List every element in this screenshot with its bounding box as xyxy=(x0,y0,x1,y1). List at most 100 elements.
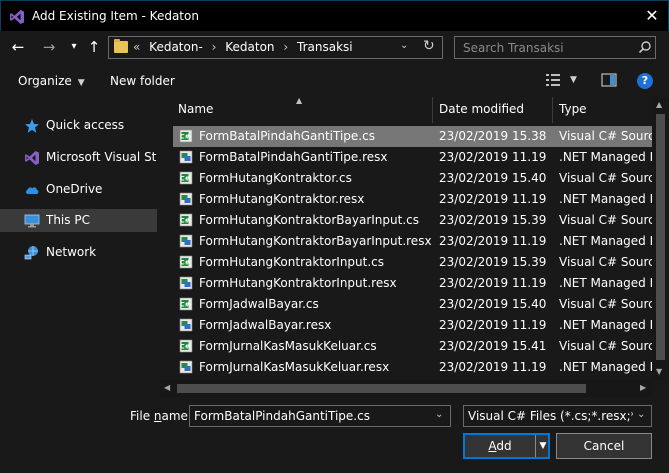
chevron-down-icon[interactable]: ⌄ xyxy=(435,409,443,420)
file-type: .NET Managed Re xyxy=(559,318,652,332)
computer-icon xyxy=(24,214,40,228)
resx-file-icon xyxy=(179,276,193,290)
title-bar: Add Existing Item - Kedaton ✕ xyxy=(0,0,669,31)
search-input[interactable]: Search Transaksi xyxy=(454,36,656,59)
scrollbar-thumb[interactable] xyxy=(656,114,665,360)
file-row[interactable]: FormBatalPindahGantiTipe.resx 23/02/2019 … xyxy=(173,147,652,168)
file-type: Visual C# Source f xyxy=(559,339,652,353)
column-header-date-modified[interactable]: Date modified xyxy=(439,102,524,116)
file-date-modified: 23/02/2019 15.39 xyxy=(439,255,547,269)
file-type: .NET Managed Re xyxy=(559,276,652,290)
split-divider xyxy=(535,435,536,457)
sidebar-item-network[interactable]: Network xyxy=(0,241,157,264)
file-date-modified: 23/02/2019 11.19 xyxy=(439,234,547,248)
cancel-button[interactable]: Cancel xyxy=(556,433,652,459)
file-row[interactable]: FormJadwalBayar.resx 23/02/2019 11.19 .NET… xyxy=(173,315,652,336)
file-row[interactable]: C# FormHutangKontraktorBayarInput.cs 23/02… xyxy=(173,210,652,231)
resx-file-icon xyxy=(179,318,193,332)
window-title: Add Existing Item - Kedaton xyxy=(32,9,199,23)
file-row[interactable]: C# FormJadwalBayar.cs 23/02/2019 15.40 Visu… xyxy=(173,294,652,315)
up-arrow-icon[interactable]: ↑ xyxy=(86,39,102,55)
file-row[interactable]: FormJurnalKasMasukKeluar.resx 23/02/2019 … xyxy=(173,357,652,378)
file-list: ▲ Name Date modified Type C# FormBatalPin… xyxy=(160,96,669,397)
sort-ascending-icon: ▲ xyxy=(296,96,303,105)
column-divider[interactable] xyxy=(552,97,553,123)
preview-pane-icon[interactable] xyxy=(601,73,617,87)
file-type: .NET Managed Re xyxy=(559,192,652,206)
sidebar-item-quick-access[interactable]: Quick access xyxy=(0,114,157,137)
file-date-modified: 23/02/2019 15.39 xyxy=(439,213,547,227)
file-row[interactable]: C# FormBatalPindahGantiTipe.cs 23/02/2019 … xyxy=(173,126,652,147)
search-icon xyxy=(638,41,651,54)
file-type: .NET Managed Re xyxy=(559,150,652,164)
refresh-icon[interactable]: ↻ xyxy=(423,38,435,54)
visual-studio-icon xyxy=(10,10,24,24)
file-row[interactable]: FormHutangKontraktor.resx 23/02/2019 11.1… xyxy=(173,189,652,210)
file-name: FormHutangKontraktorInput.cs xyxy=(199,255,385,269)
sidebar-item-label: OneDrive xyxy=(46,182,103,196)
column-divider[interactable] xyxy=(432,97,433,123)
resx-file-icon xyxy=(179,360,193,374)
horizontal-scrollbar[interactable]: ◀ ▶ xyxy=(160,380,652,397)
file-name: FormBatalPindahGantiTipe.resx xyxy=(199,150,388,164)
recent-locations-chevron-icon[interactable]: ▾ xyxy=(66,39,82,55)
scroll-right-icon[interactable]: ▶ xyxy=(640,383,646,392)
file-name: FormHutangKontraktorInput.resx xyxy=(199,276,397,290)
scroll-left-icon[interactable]: ◀ xyxy=(164,383,170,392)
add-options-dropdown-icon[interactable]: ▼ xyxy=(537,435,549,457)
forward-arrow-icon[interactable]: → xyxy=(41,39,57,55)
file-name: FormJadwalBayar.resx xyxy=(199,318,332,332)
svg-text:C#: C# xyxy=(180,301,190,309)
file-date-modified: 23/02/2019 11.19 xyxy=(439,318,547,332)
chevron-down-icon[interactable]: ▼ xyxy=(570,75,577,85)
file-name: FormHutangKontraktor.resx xyxy=(199,192,365,206)
column-header-name[interactable]: Name xyxy=(178,102,213,116)
file-row[interactable]: FormHutangKontraktorInput.resx 23/02/2019… xyxy=(173,273,652,294)
file-name: FormHutangKontraktor.cs xyxy=(199,171,352,185)
vertical-scrollbar[interactable]: ▲ ▼ xyxy=(652,97,669,380)
sidebar-item-label: Quick access xyxy=(46,118,125,132)
help-icon[interactable]: ? xyxy=(637,73,653,89)
file-row[interactable]: C# FormHutangKontraktorInput.cs 23/02/2019… xyxy=(173,252,652,273)
file-name-label-text: File xyxy=(130,409,154,423)
file-row[interactable]: C# FormHutangKontraktor.cs 23/02/2019 15.4… xyxy=(173,168,652,189)
svg-text:C#: C# xyxy=(180,259,190,267)
file-row[interactable]: FormHutangKontraktorBayarInput.resx 23/02… xyxy=(173,231,652,252)
breadcrumb-item[interactable]: Transaksi xyxy=(297,40,353,54)
sidebar-item-this-pc[interactable]: This PC xyxy=(0,209,157,232)
new-folder-button[interactable]: New folder xyxy=(110,74,175,88)
csharp-file-icon: C# xyxy=(179,171,193,185)
file-rows: C# FormBatalPindahGantiTipe.cs 23/02/2019 … xyxy=(160,126,652,378)
address-bar[interactable]: « Kedaton- › Kedaton › Transaksi ⌄ ↻ xyxy=(108,36,443,59)
file-type: Visual C# Source f xyxy=(559,171,652,185)
dialog-footer: File name: FormBatalPindahGantiTipe.cs ⌄… xyxy=(0,397,669,473)
breadcrumb-item[interactable]: Kedaton xyxy=(225,40,274,54)
scroll-up-icon[interactable]: ▲ xyxy=(656,100,662,109)
file-name: FormHutangKontraktorBayarInput.cs xyxy=(199,213,419,227)
scroll-down-icon[interactable]: ▼ xyxy=(656,367,662,376)
add-label-text: dd xyxy=(496,439,512,453)
file-name-field[interactable]: FormBatalPindahGantiTipe.cs ⌄ xyxy=(189,405,451,427)
close-icon[interactable]: ✕ xyxy=(644,8,660,24)
sidebar-item-onedrive[interactable]: OneDrive xyxy=(0,178,157,201)
scrollbar-thumb[interactable] xyxy=(177,384,586,393)
add-button-label: Add xyxy=(465,435,535,457)
sidebar-item-visual-studio[interactable]: Microsoft Visual Stud xyxy=(0,146,157,169)
breadcrumb: « Kedaton- › Kedaton › Transaksi xyxy=(133,40,358,54)
network-icon xyxy=(24,246,38,260)
file-name-label: File name: xyxy=(130,409,192,423)
breadcrumb-item[interactable]: Kedaton- xyxy=(149,40,203,54)
view-options-icon[interactable] xyxy=(545,73,561,87)
file-type-filter-select[interactable]: Visual C# Files (*.cs;*.resx;*.resw ⌄ xyxy=(463,405,652,427)
command-toolbar: Organize ▼ New folder ▼ ? xyxy=(0,64,669,97)
file-type: Visual C# Source f xyxy=(559,213,652,227)
back-arrow-icon[interactable]: ← xyxy=(10,39,26,55)
file-row[interactable]: C# FormJurnalKasMasukKeluar.cs 23/02/2019 … xyxy=(173,336,652,357)
add-button[interactable]: Add ▼ xyxy=(463,433,550,459)
address-dropdown-icon[interactable]: ⌄ xyxy=(400,40,408,51)
file-name: FormHutangKontraktorBayarInput.resx xyxy=(199,234,432,248)
file-name: FormBatalPindahGantiTipe.cs xyxy=(199,129,375,143)
column-header-type[interactable]: Type xyxy=(559,102,587,116)
organize-button[interactable]: Organize ▼ xyxy=(18,74,85,88)
breadcrumb-overflow-icon[interactable]: « xyxy=(133,40,140,54)
